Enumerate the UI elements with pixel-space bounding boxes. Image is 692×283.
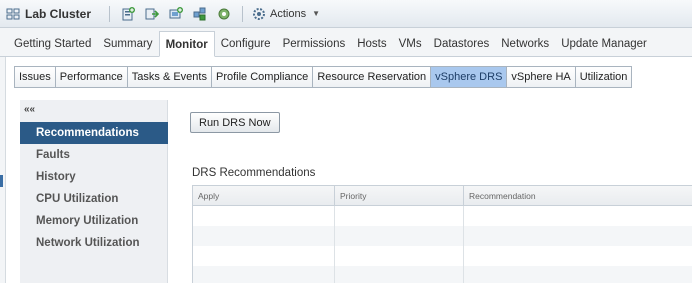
nav-item-memory-utilization[interactable]: Memory Utilization xyxy=(20,210,168,232)
table-cell xyxy=(464,206,692,226)
tab-getting-started[interactable]: Getting Started xyxy=(8,32,97,56)
tab-networks[interactable]: Networks xyxy=(495,32,555,56)
subtab-resource-reservation[interactable]: Resource Reservation xyxy=(313,67,432,87)
table-cell xyxy=(193,226,335,246)
new-vm-icon[interactable] xyxy=(168,6,184,22)
tab-update-manager[interactable]: Update Manager xyxy=(555,32,653,56)
actions-menu[interactable]: Actions ▼ xyxy=(251,6,320,22)
table-cell xyxy=(335,226,464,246)
nav-item-history[interactable]: History xyxy=(20,166,168,188)
sub-tabs: Issues Performance Tasks & Events Profil… xyxy=(14,66,633,88)
table-cell xyxy=(335,206,464,226)
run-drs-now-button[interactable]: Run DRS Now xyxy=(190,112,280,133)
drs-side-nav: «« Recommendations Faults History CPU Ut… xyxy=(20,100,168,283)
subtab-utilization[interactable]: Utilization xyxy=(575,67,632,87)
object-title: Lab Cluster xyxy=(25,6,92,21)
table-row xyxy=(193,226,692,246)
column-header-apply[interactable]: Apply xyxy=(193,186,335,205)
table-cell xyxy=(193,206,335,226)
subtab-vsphere-drs[interactable]: vSphere DRS xyxy=(431,67,508,87)
toolbar-divider xyxy=(242,5,244,22)
collapse-panel-icon[interactable]: «« xyxy=(24,104,35,115)
table-row xyxy=(193,246,692,266)
table-cell xyxy=(464,226,692,246)
cluster-icon xyxy=(6,7,20,21)
table-row xyxy=(193,206,692,226)
table-cell xyxy=(464,266,692,283)
main-tabs: Getting Started Summary Monitor Configur… xyxy=(0,28,692,57)
tab-datastores[interactable]: Datastores xyxy=(428,32,496,56)
nav-item-recommendations[interactable]: Recommendations xyxy=(20,122,168,144)
chevron-down-icon: ▼ xyxy=(312,9,321,18)
drs-recommendations-title: DRS Recommendations xyxy=(192,167,316,179)
drs-content: Run DRS Now DRS Recommendations Apply Pr… xyxy=(168,100,692,283)
nav-item-faults[interactable]: Faults xyxy=(20,144,168,166)
subtab-vsphere-ha[interactable]: vSphere HA xyxy=(507,67,576,87)
table-cell xyxy=(335,266,464,283)
actions-gear-icon xyxy=(251,6,267,22)
move-into-icon[interactable] xyxy=(144,6,160,22)
table-cell xyxy=(335,246,464,266)
table-row xyxy=(193,266,692,283)
settings-icon[interactable] xyxy=(216,6,232,22)
table-cell xyxy=(464,246,692,266)
add-host-icon[interactable] xyxy=(120,6,136,22)
actions-label: Actions xyxy=(270,7,307,20)
tab-configure[interactable]: Configure xyxy=(215,32,277,56)
subtab-issues[interactable]: Issues xyxy=(15,67,56,87)
tab-monitor[interactable]: Monitor xyxy=(158,31,215,57)
recommendations-table: Apply Priority Recommendation xyxy=(192,185,692,283)
new-vapp-icon[interactable] xyxy=(192,6,208,22)
side-nav-list: Recommendations Faults History CPU Utili… xyxy=(20,122,168,254)
nav-item-network-utilization[interactable]: Network Utilization xyxy=(20,232,168,254)
left-edge-strip xyxy=(0,57,6,283)
subtab-profile-compliance[interactable]: Profile Compliance xyxy=(211,67,314,87)
toolbar-divider xyxy=(109,5,111,22)
column-header-recommendation[interactable]: Recommendation xyxy=(464,186,692,205)
table-cell xyxy=(193,246,335,266)
object-header: Lab Cluster Actions ▼ xyxy=(0,0,692,28)
table-cell xyxy=(193,266,335,283)
tab-vms[interactable]: VMs xyxy=(393,32,428,56)
tab-hosts[interactable]: Hosts xyxy=(351,32,392,56)
tab-permissions[interactable]: Permissions xyxy=(277,32,352,56)
subtab-tasks-events[interactable]: Tasks & Events xyxy=(127,67,212,87)
tab-summary[interactable]: Summary xyxy=(97,32,158,56)
edge-marker xyxy=(0,175,3,187)
nav-item-cpu-utilization[interactable]: CPU Utilization xyxy=(20,188,168,210)
subtab-performance[interactable]: Performance xyxy=(55,67,128,87)
column-header-priority[interactable]: Priority xyxy=(335,186,464,205)
table-header: Apply Priority Recommendation xyxy=(193,186,692,206)
